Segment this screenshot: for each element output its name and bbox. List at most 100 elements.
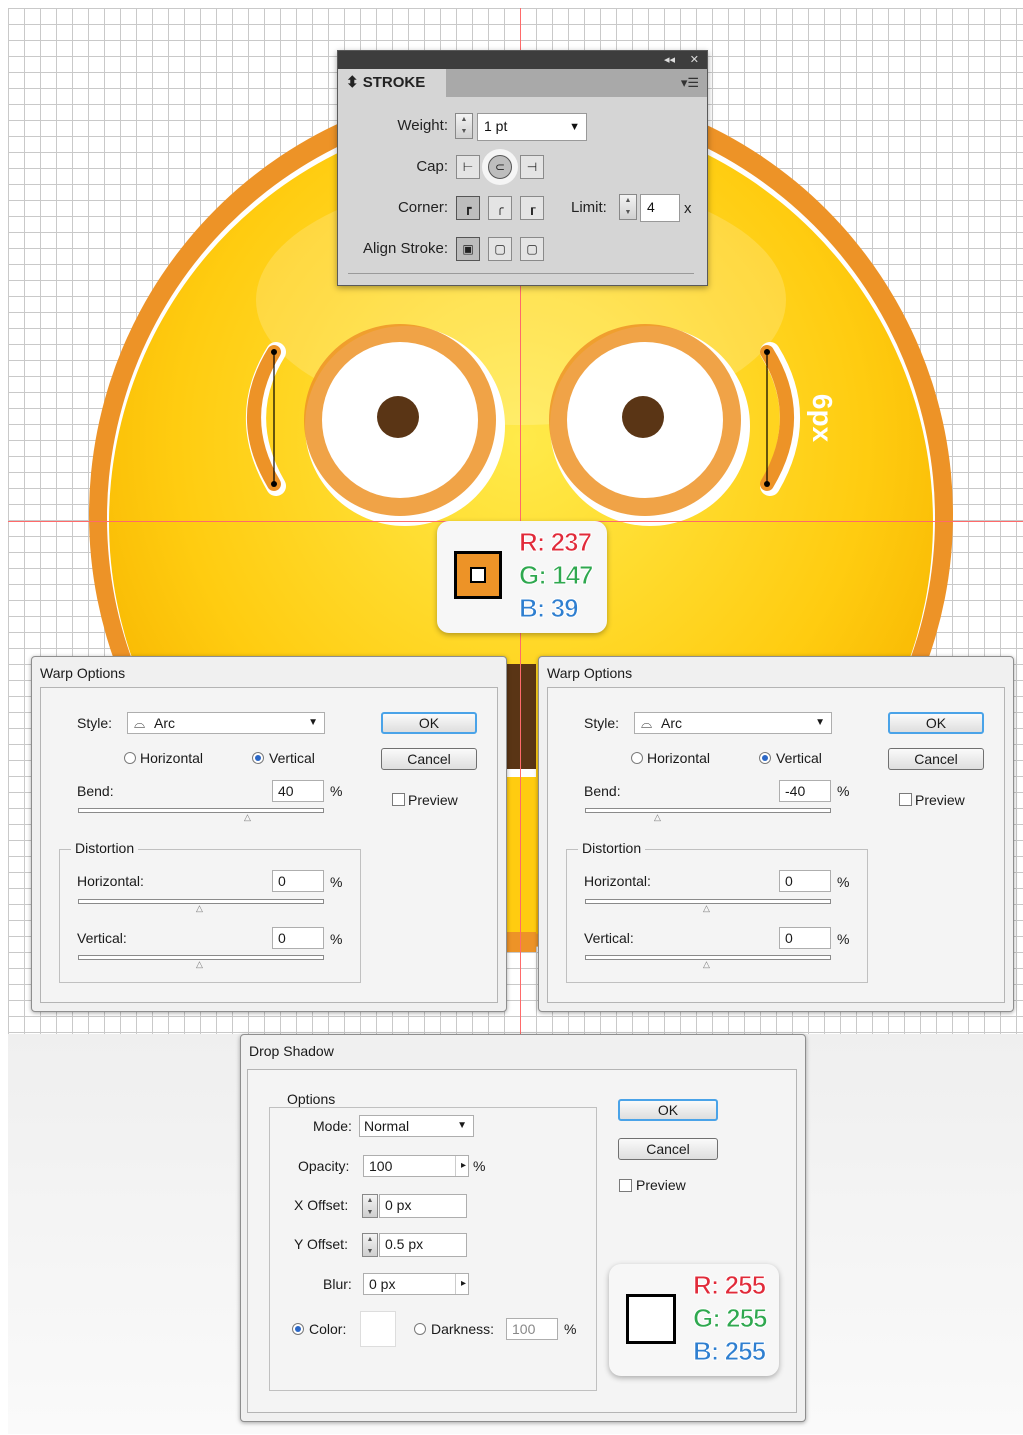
close-icon[interactable]: ✕ <box>690 53 699 66</box>
limit-field[interactable]: 4 <box>640 194 680 222</box>
chevron-down-icon: ▼ <box>457 1120 467 1131</box>
style-label: Style: <box>584 715 620 731</box>
weight-label: Weight: <box>397 117 448 134</box>
cap-label: Cap: <box>416 158 448 175</box>
percent-label: % <box>330 783 343 799</box>
bend-slider-thumb[interactable]: △ <box>244 812 251 823</box>
preview-label: Preview <box>915 792 965 808</box>
chevron-down-icon[interactable]: ▼ <box>569 115 580 139</box>
miter-join-button[interactable]: ┏ <box>456 196 480 220</box>
right-pupil <box>622 396 664 438</box>
bend-input[interactable]: -40 <box>779 780 831 802</box>
slider-thumb[interactable]: △ <box>703 903 710 914</box>
dist-vertical-input[interactable]: 0 <box>779 927 831 949</box>
color-callout-top: R: 237 G: 147 B: 39 <box>437 521 607 633</box>
shadow-color-swatch[interactable] <box>360 1311 396 1347</box>
dist-vertical-input[interactable]: 0 <box>272 927 324 949</box>
bend-slider-thumb[interactable]: △ <box>654 812 661 823</box>
red-value: R: 255 <box>692 1270 766 1301</box>
x-offset-input[interactable]: 0 px <box>379 1194 467 1218</box>
preview-checkbox[interactable] <box>392 793 405 806</box>
panel-titlebar: ◂◂ ✕ <box>338 51 707 69</box>
tab-stroke[interactable]: ⬍ STROKE <box>338 69 446 97</box>
chevron-down-icon: ▼ <box>308 717 318 728</box>
y-offset-stepper[interactable]: ▲ ▼ <box>362 1233 378 1257</box>
round-cap-button[interactable]: ⊂ <box>488 155 512 179</box>
mode-select[interactable]: Normal ▼ <box>359 1115 474 1137</box>
color-callout-bottom: R: 255 G: 255 B: 255 <box>609 1264 779 1376</box>
mode-label: Mode: <box>313 1118 352 1134</box>
style-label: Style: <box>77 715 113 731</box>
bend-label: Bend: <box>584 783 621 799</box>
bend-slider[interactable] <box>78 808 324 813</box>
corner-label: Corner: <box>397 199 448 216</box>
align-stroke-label: Align Stroke: <box>362 240 448 257</box>
bend-input[interactable]: 40 <box>272 780 324 802</box>
ok-button[interactable]: OK <box>381 712 477 734</box>
darkness-radio[interactable] <box>414 1323 426 1335</box>
collapse-icon[interactable]: ◂◂ <box>664 53 675 66</box>
style-select[interactable]: ⌓ Arc ▼ <box>127 712 325 734</box>
blur-slider-arrow[interactable]: ▸ <box>454 1274 466 1294</box>
blur-input[interactable]: 0 px ▸ <box>363 1273 469 1295</box>
dist-horizontal-input[interactable]: 0 <box>272 870 324 892</box>
darkness-input[interactable]: 100 <box>506 1318 558 1340</box>
warp-options-dialog-left: Warp Options Style: ⌓ Arc ▼ Horizontal Ver… <box>31 656 507 1012</box>
dist-vertical-label: Vertical: <box>77 930 127 946</box>
preview-checkbox[interactable] <box>899 793 912 806</box>
horizontal-label: Horizontal <box>647 750 711 766</box>
ok-button[interactable]: OK <box>618 1099 718 1121</box>
dist-horizontal-label: Horizontal: <box>584 873 651 889</box>
blue-value: B: 255 <box>692 1336 766 1367</box>
horizontal-label: Horizontal <box>140 750 204 766</box>
cancel-button[interactable]: Cancel <box>381 748 477 770</box>
cancel-button[interactable]: Cancel <box>618 1138 718 1160</box>
projecting-cap-button[interactable]: ⊣ <box>520 155 544 179</box>
slider-thumb[interactable]: △ <box>703 959 710 970</box>
percent-label: % <box>473 1158 486 1174</box>
align-outside-button[interactable]: ▢ <box>520 237 544 261</box>
vertical-radio[interactable] <box>759 752 771 764</box>
slider-thumb[interactable]: △ <box>196 903 203 914</box>
arc-icon: ⌓ <box>134 715 146 731</box>
orange-swatch <box>454 551 502 599</box>
round-join-button[interactable]: ╭ <box>488 196 512 220</box>
bevel-join-button[interactable]: ┎ <box>520 196 544 220</box>
ok-button[interactable]: OK <box>888 712 984 734</box>
white-swatch <box>626 1294 676 1344</box>
dialog-title: Warp Options <box>547 665 633 681</box>
preview-checkbox[interactable] <box>619 1179 632 1192</box>
align-center-button[interactable]: ▣ <box>456 237 480 261</box>
x-offset-stepper[interactable]: ▲ ▼ <box>362 1194 378 1218</box>
green-value: G: 147 <box>519 560 594 591</box>
darkness-label: Darkness: <box>431 1321 495 1337</box>
limit-stepper[interactable]: ▲ ▼ <box>619 194 637 220</box>
distortion-label: Distortion <box>71 840 139 856</box>
bend-slider[interactable] <box>585 808 831 813</box>
green-value: G: 255 <box>693 1303 768 1334</box>
percent-label: % <box>330 931 343 947</box>
color-radio[interactable] <box>292 1323 304 1335</box>
dist-horizontal-input[interactable]: 0 <box>779 870 831 892</box>
butt-cap-button[interactable]: ⊢ <box>456 155 480 179</box>
distortion-label: Distortion <box>578 840 646 856</box>
y-offset-label: Y Offset: <box>294 1236 348 1252</box>
opacity-input[interactable]: 100 ▸ <box>363 1155 469 1177</box>
vertical-radio[interactable] <box>252 752 264 764</box>
dialog-title: Warp Options <box>40 665 126 681</box>
weight-field[interactable]: 1 pt ▼ <box>477 113 587 141</box>
weight-stepper[interactable]: ▲ ▼ <box>455 113 473 139</box>
vertical-label: Vertical <box>776 750 822 766</box>
horizontal-radio[interactable] <box>124 752 136 764</box>
cancel-button[interactable]: Cancel <box>888 748 984 770</box>
opacity-slider-arrow[interactable]: ▸ <box>454 1156 466 1176</box>
options-label: Options <box>283 1091 340 1107</box>
limit-label: Limit: <box>571 199 607 216</box>
measure-label: 6px <box>807 394 838 443</box>
panel-menu-icon[interactable]: ▾☰ <box>681 75 699 91</box>
slider-thumb[interactable]: △ <box>196 959 203 970</box>
style-select[interactable]: ⌓ Arc ▼ <box>634 712 832 734</box>
align-inside-button[interactable]: ▢ <box>488 237 512 261</box>
horizontal-radio[interactable] <box>631 752 643 764</box>
y-offset-input[interactable]: 0.5 px <box>379 1233 467 1257</box>
